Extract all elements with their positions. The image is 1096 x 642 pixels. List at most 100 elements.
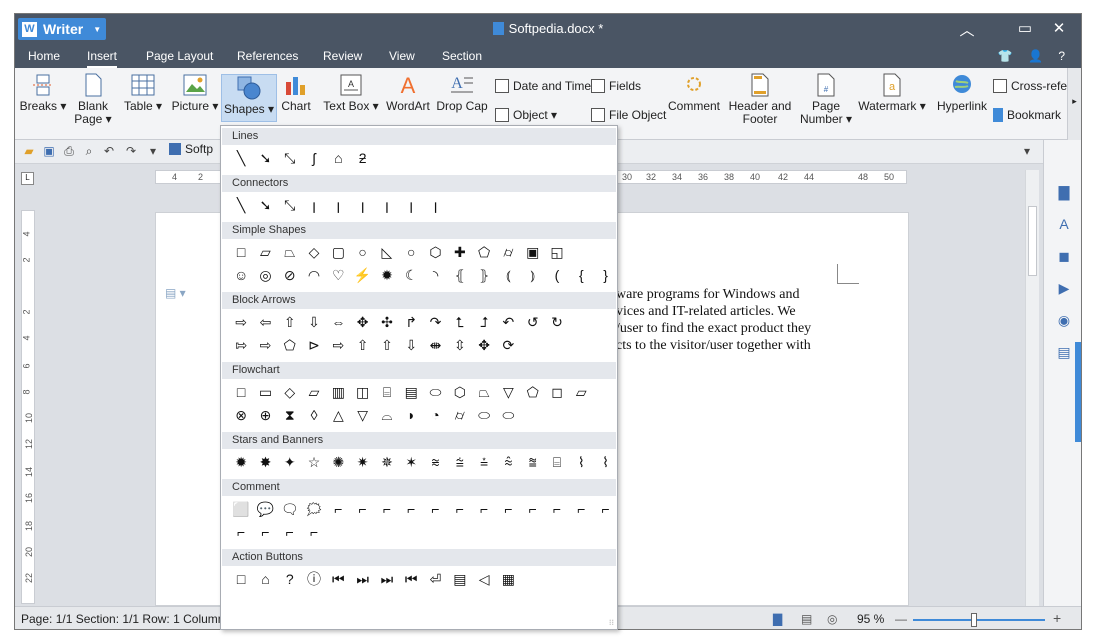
breaks-button[interactable]: Breaks ▾ bbox=[20, 72, 66, 113]
shape-item[interactable]: ⇨ bbox=[253, 335, 277, 355]
shape-item[interactable]: ✣ bbox=[375, 312, 399, 332]
shape-item[interactable]: ⌭ bbox=[448, 405, 472, 425]
shape-item[interactable]: ⌐ bbox=[350, 499, 374, 519]
shape-item[interactable]: ⧗ bbox=[278, 405, 302, 425]
shape-item[interactable]: ◁ bbox=[472, 569, 496, 589]
bookmark-button[interactable]: Bookmark bbox=[993, 108, 1061, 122]
table-button[interactable]: Table ▾ bbox=[121, 72, 165, 113]
shape-item[interactable]: ⌓ bbox=[375, 405, 399, 425]
shape-item[interactable]: ⚡ bbox=[350, 265, 374, 285]
fields-button[interactable]: Fields bbox=[591, 79, 641, 93]
zoom-out-button[interactable]: — bbox=[895, 612, 907, 626]
resize-grip-icon[interactable]: ⁝⁝ bbox=[609, 618, 614, 627]
shape-item[interactable]: ⩯ bbox=[496, 452, 520, 472]
tab-home[interactable]: Home bbox=[28, 49, 60, 63]
shape-item[interactable]: ▽ bbox=[496, 382, 520, 402]
file-object-button[interactable]: File Object bbox=[591, 108, 666, 122]
shape-item[interactable]: ◊ bbox=[302, 405, 326, 425]
shape-item[interactable]: ◺ bbox=[375, 242, 399, 262]
shape-item[interactable]: ✶ bbox=[399, 452, 423, 472]
shape-item[interactable]: ↱ bbox=[399, 312, 423, 332]
shape-item[interactable]: ⌐ bbox=[229, 522, 253, 542]
shape-item[interactable]: ▦ bbox=[496, 569, 520, 589]
tab-view[interactable]: View bbox=[389, 49, 415, 63]
date-time-button[interactable]: Date and Time bbox=[495, 79, 591, 93]
text-box-button[interactable]: A Text Box ▾ bbox=[321, 72, 381, 113]
shape-item[interactable]: ⌸ bbox=[545, 452, 569, 472]
drop-cap-button[interactable]: A Drop Cap bbox=[436, 72, 487, 113]
print-icon[interactable]: ⎙ bbox=[61, 144, 77, 160]
shape-item[interactable]: ⬭ bbox=[472, 405, 496, 425]
shape-item[interactable]: ⌐ bbox=[448, 499, 472, 519]
shape-item[interactable]: ⊳ bbox=[302, 335, 326, 355]
qat-dropdown-icon[interactable]: ▾ bbox=[145, 144, 161, 160]
document-line[interactable]: cts to the visitor/user together with bbox=[616, 338, 811, 354]
shape-item[interactable]: ◇ bbox=[278, 382, 302, 402]
shape-item[interactable]: ⦄ bbox=[472, 265, 496, 285]
style-icon[interactable]: A bbox=[1056, 216, 1072, 232]
ribbon-scroll-right[interactable]: ▸ bbox=[1067, 68, 1081, 140]
shape-item[interactable]: ○ bbox=[399, 242, 423, 262]
shape-item[interactable]: ⓘ bbox=[302, 569, 326, 589]
shape-item[interactable]: ⌇ bbox=[569, 452, 593, 472]
shape-item[interactable]: ⌐ bbox=[253, 522, 277, 542]
shape-item[interactable]: ▢ bbox=[326, 242, 350, 262]
page-number-button[interactable]: # Page Number ▾ bbox=[797, 72, 855, 126]
backup-icon[interactable]: ◉ bbox=[1056, 312, 1072, 328]
shape-item[interactable]: ⬠ bbox=[278, 335, 302, 355]
shape-item[interactable]: ◝ bbox=[423, 265, 447, 285]
shape-item[interactable]: ◠ bbox=[302, 265, 326, 285]
tab-insert[interactable]: Insert bbox=[87, 49, 118, 68]
close-button[interactable]: ✕ bbox=[1047, 19, 1071, 37]
shape-item[interactable]: 🗯 bbox=[302, 499, 326, 519]
select-icon[interactable]: ▶ bbox=[1056, 280, 1072, 296]
redo-icon[interactable]: ↷ bbox=[123, 144, 139, 160]
shape-item[interactable]: ⬡ bbox=[423, 242, 447, 262]
shape-item[interactable]: ( bbox=[545, 265, 569, 285]
tab-page-layout[interactable]: Page Layout bbox=[146, 49, 213, 63]
hyperlink-button[interactable]: Hyperlink bbox=[935, 72, 989, 113]
shapes-button[interactable]: Shapes ▾ bbox=[221, 74, 277, 122]
scrollbar-thumb[interactable] bbox=[1028, 206, 1037, 276]
comment-button[interactable]: Comment bbox=[668, 72, 720, 113]
shape-item[interactable]: { bbox=[569, 265, 593, 285]
shape-item[interactable]: ⏭ bbox=[375, 569, 399, 589]
panel-collapse-handle[interactable] bbox=[1075, 342, 1081, 442]
shape-item[interactable]: ⌐ bbox=[472, 499, 496, 519]
shape-item[interactable]: ✥ bbox=[472, 335, 496, 355]
document-tab[interactable]: Softp bbox=[169, 142, 213, 156]
shape-item[interactable]: ◱ bbox=[545, 242, 569, 262]
shape-item[interactable]: ⇔ bbox=[326, 312, 350, 332]
shape-item[interactable]: ♡ bbox=[326, 265, 350, 285]
shape-item[interactable]: ◔ bbox=[423, 405, 447, 425]
shape-item[interactable]: ƻ bbox=[350, 148, 374, 168]
shape-item[interactable]: ▱ bbox=[302, 382, 326, 402]
shape-item[interactable]: ☺ bbox=[229, 265, 253, 285]
shape-item[interactable]: 🗨 bbox=[278, 499, 302, 519]
shape-item[interactable]: ꞁ bbox=[423, 195, 447, 215]
shape-item[interactable]: ⌐ bbox=[569, 499, 593, 519]
shape-item[interactable]: ⌐ bbox=[375, 499, 399, 519]
shape-item[interactable]: ⌐ bbox=[278, 522, 302, 542]
shape-item[interactable]: ⇰ bbox=[229, 335, 253, 355]
shape-item[interactable]: ꞁ bbox=[375, 195, 399, 215]
shape-item[interactable]: ⬭ bbox=[423, 382, 447, 402]
shape-item[interactable]: ⤡ bbox=[278, 195, 302, 215]
paragraph-format-icon[interactable]: ▤ ▾ bbox=[165, 286, 186, 300]
web-view-icon[interactable]: ◎ bbox=[827, 612, 837, 626]
shape-item[interactable]: ↻ bbox=[545, 312, 569, 332]
wordart-button[interactable]: A WordArt bbox=[385, 72, 431, 113]
document-assistant-icon[interactable]: ▤ bbox=[1056, 344, 1072, 360]
shape-item[interactable]: ⌇ bbox=[593, 452, 617, 472]
shape-item[interactable]: ✥ bbox=[350, 312, 374, 332]
minimize-button[interactable]: ▭ bbox=[1013, 19, 1037, 37]
document-line[interactable]: vices and IT-related articles. We bbox=[616, 304, 796, 320]
header-footer-button[interactable]: Header and Footer bbox=[727, 72, 793, 126]
shape-item[interactable]: ⩬ bbox=[423, 452, 447, 472]
shape-item[interactable]: ⩭ bbox=[448, 452, 472, 472]
print-preview-icon[interactable]: ⌕ bbox=[81, 144, 97, 160]
shape-item[interactable]: ⦆ bbox=[521, 265, 545, 285]
shapes-panel-icon[interactable]: ◼ bbox=[1056, 248, 1072, 264]
document-line[interactable]: ware programs for Windows and bbox=[616, 287, 799, 303]
restore-button[interactable]: ︿ bbox=[955, 19, 979, 40]
